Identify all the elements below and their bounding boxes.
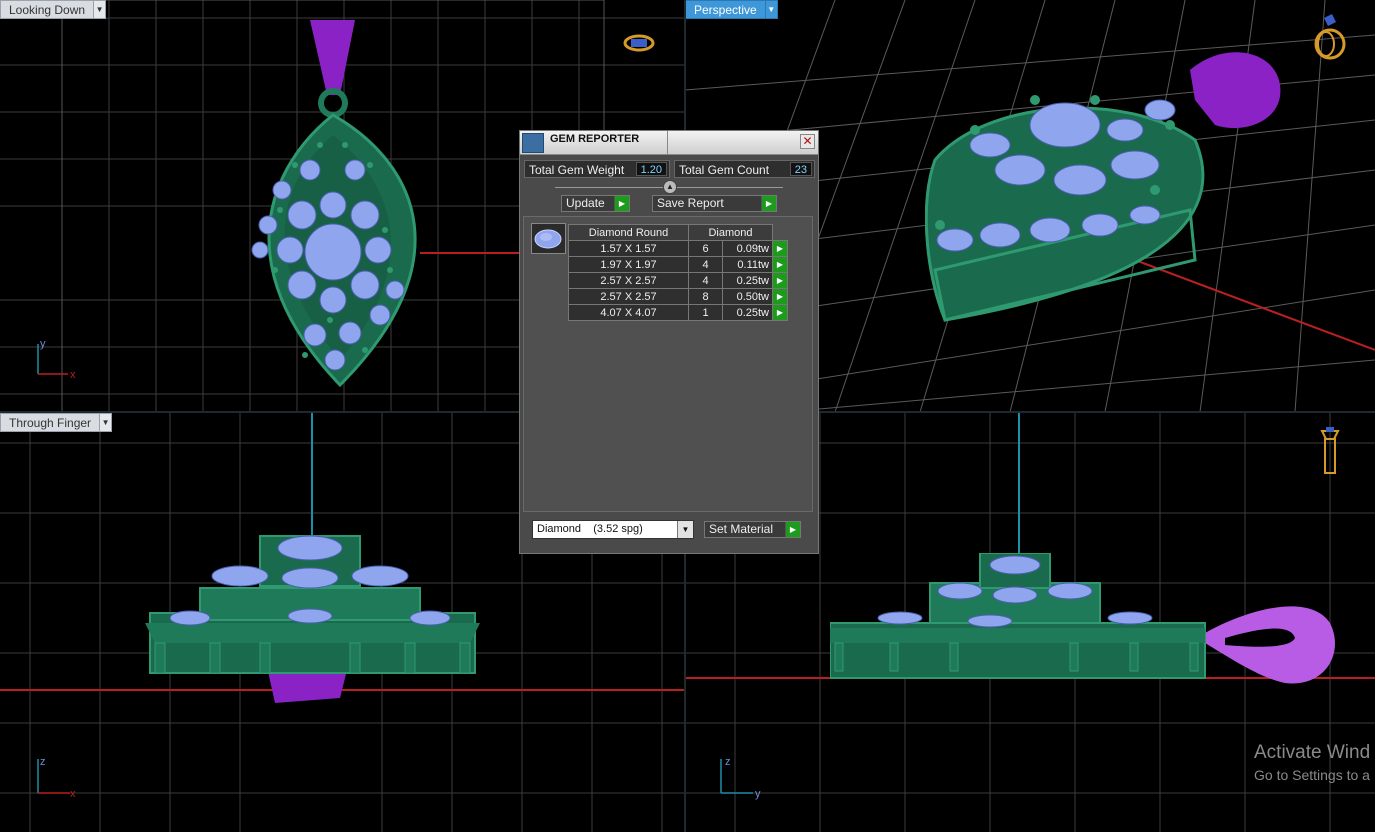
play-arrow-icon: ▶ [785, 522, 800, 537]
axis-indicator: y x [37, 338, 76, 381]
select-row-icon[interactable]: ▶ [772, 304, 788, 321]
table-row[interactable]: 2.57 X 2.57 8 0.50tw ▶ [568, 288, 788, 305]
row-weight: 0.50tw [722, 288, 773, 305]
axis-label-z: z [40, 756, 46, 768]
chevron-down-icon[interactable]: ▼ [677, 521, 693, 538]
viewport-label-text: Through Finger [0, 413, 101, 432]
table-header: Diamond Round Diamond [568, 224, 788, 241]
title-divider [667, 131, 668, 155]
select-row-icon[interactable]: ▶ [772, 256, 788, 273]
row-weight: 0.09tw [722, 240, 773, 257]
row-count: 8 [688, 288, 723, 305]
row-count: 4 [688, 256, 723, 273]
ring-perspective-icon[interactable] [1310, 12, 1350, 62]
axis-indicator: z x [37, 756, 76, 800]
table-row[interactable]: 2.57 X 2.57 4 0.25tw ▶ [568, 272, 788, 289]
gem-list-panel: Diamond Round Diamond 1.57 X 1.57 6 0.09… [523, 216, 813, 512]
row-size: 2.57 X 2.57 [568, 288, 689, 305]
row-size: 1.57 X 1.57 [568, 240, 689, 257]
select-row-icon[interactable]: ▶ [772, 288, 788, 305]
total-gem-weight-value: 1.20 [635, 162, 667, 176]
row-weight: 0.25tw [722, 272, 773, 289]
dialog-title: GEM REPORTER [550, 133, 640, 145]
table-row[interactable]: 4.07 X 4.07 1 0.25tw ▶ [568, 304, 788, 321]
chevron-down-icon[interactable]: ▼ [100, 413, 113, 432]
axis-indicator: z y [720, 756, 761, 800]
total-gem-count-value: 23 [789, 162, 812, 176]
row-weight: 0.25tw [722, 304, 773, 321]
table-row[interactable]: 1.97 X 1.97 4 0.11tw ▶ [568, 256, 788, 273]
viewport-label-looking-down[interactable]: Looking Down ▼ [0, 0, 107, 19]
row-size: 4.07 X 4.07 [568, 304, 689, 321]
axis-label-y: y [40, 338, 46, 350]
gem-table: Diamond Round Diamond 1.57 X 1.57 6 0.09… [568, 224, 788, 321]
row-count: 1 [688, 304, 723, 321]
update-label: Update [566, 196, 605, 210]
save-report-button[interactable]: Save Report ▶ [652, 195, 777, 212]
close-icon[interactable]: ✕ [800, 134, 815, 149]
axis-label-z: z [725, 756, 731, 768]
set-material-label: Set Material [709, 522, 774, 536]
activation-watermark: Activate Wind Go to Settings to a [1254, 742, 1370, 786]
axis-label-x: x [70, 369, 76, 381]
update-button[interactable]: Update ▶ [561, 195, 630, 212]
set-material-button[interactable]: Set Material ▶ [704, 521, 801, 538]
dialog-title-bar[interactable]: GEM REPORTER ✕ [520, 131, 818, 155]
row-count: 4 [688, 272, 723, 289]
gem-icon [534, 229, 562, 249]
select-row-icon[interactable]: ▶ [772, 240, 788, 257]
total-gem-count-field: Total Gem Count 23 [674, 160, 815, 178]
viewport-label-perspective[interactable]: Perspective ▼ [685, 0, 778, 19]
play-arrow-icon: ▶ [761, 196, 776, 211]
pendant-perspective-view[interactable] [925, 30, 1285, 330]
row-size: 2.57 X 2.57 [568, 272, 689, 289]
total-gem-count-label: Total Gem Count [679, 163, 770, 177]
pendant-finger-view[interactable] [140, 528, 485, 713]
table-row[interactable]: 1.57 X 1.57 6 0.09tw ▶ [568, 240, 788, 257]
watermark-line-1: Activate Wind [1254, 742, 1371, 763]
row-weight: 0.11tw [722, 256, 773, 273]
select-row-icon[interactable]: ▶ [772, 272, 788, 289]
gem-reporter-dialog[interactable]: GEM REPORTER ✕ Total Gem Weight 1.20 Tot… [519, 130, 819, 554]
watermark-line-2: Go to Settings to a [1254, 767, 1370, 783]
viewport-label-through-finger[interactable]: Through Finger ▼ [0, 413, 113, 432]
row-count: 6 [688, 240, 723, 257]
viewport-label-text: Looking Down [0, 0, 95, 19]
header-shape: Diamond Round [568, 224, 689, 241]
gem-reporter-icon [522, 133, 544, 153]
material-select-value: Diamond (3.52 spg) [537, 523, 643, 535]
slider-handle[interactable]: ▲ [663, 180, 677, 194]
total-gem-weight-field: Total Gem Weight 1.20 [524, 160, 670, 178]
header-material: Diamond [688, 224, 773, 241]
material-select[interactable]: Diamond (3.52 spg) ▼ [532, 520, 694, 539]
pendant-side-view[interactable] [830, 553, 1345, 693]
gem-thumbnail[interactable] [531, 223, 566, 254]
chevron-down-icon[interactable]: ▼ [765, 0, 778, 19]
chevron-down-icon[interactable]: ▼ [94, 0, 107, 19]
row-size: 1.97 X 1.97 [568, 256, 689, 273]
axis-label-y: y [755, 788, 761, 800]
ring-side-view-icon[interactable] [1318, 425, 1342, 477]
play-arrow-icon: ▶ [614, 196, 629, 211]
save-report-label: Save Report [657, 196, 724, 210]
axis-label-x: x [70, 788, 76, 800]
pendant-top-view[interactable] [230, 15, 440, 390]
total-gem-weight-label: Total Gem Weight [529, 163, 625, 177]
ring-top-view-icon[interactable] [622, 32, 656, 54]
viewport-label-text: Perspective [685, 0, 766, 19]
